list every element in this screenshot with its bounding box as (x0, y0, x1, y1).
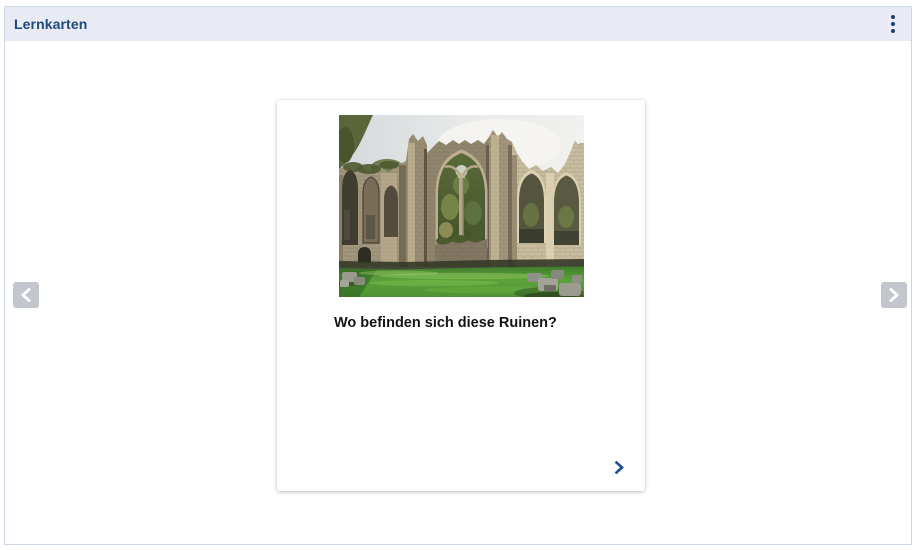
next-card-button[interactable] (881, 282, 907, 308)
flashcard-area: Wo befinden sich diese Ruinen? (5, 41, 911, 544)
chevron-right-icon (614, 460, 624, 474)
kebab-dot (891, 29, 895, 33)
kebab-dot (891, 15, 895, 19)
flashcard-question: Wo befinden sich diese Ruinen? (334, 315, 557, 331)
module-header: Lernkarten (5, 7, 911, 41)
page-title: Lernkarten (14, 16, 88, 32)
kebab-menu-icon[interactable] (885, 11, 901, 37)
chevron-right-icon (889, 288, 900, 302)
previous-card-button[interactable] (13, 282, 39, 308)
chevron-left-icon (20, 288, 31, 302)
kebab-dot (891, 22, 895, 26)
flashcard: Wo befinden sich diese Ruinen? (277, 100, 645, 491)
ruins-photo (338, 115, 584, 297)
reveal-answer-button[interactable] (611, 459, 627, 475)
lernkarten-module: Lernkarten Wo befinden sich diese Ruinen… (4, 6, 912, 545)
